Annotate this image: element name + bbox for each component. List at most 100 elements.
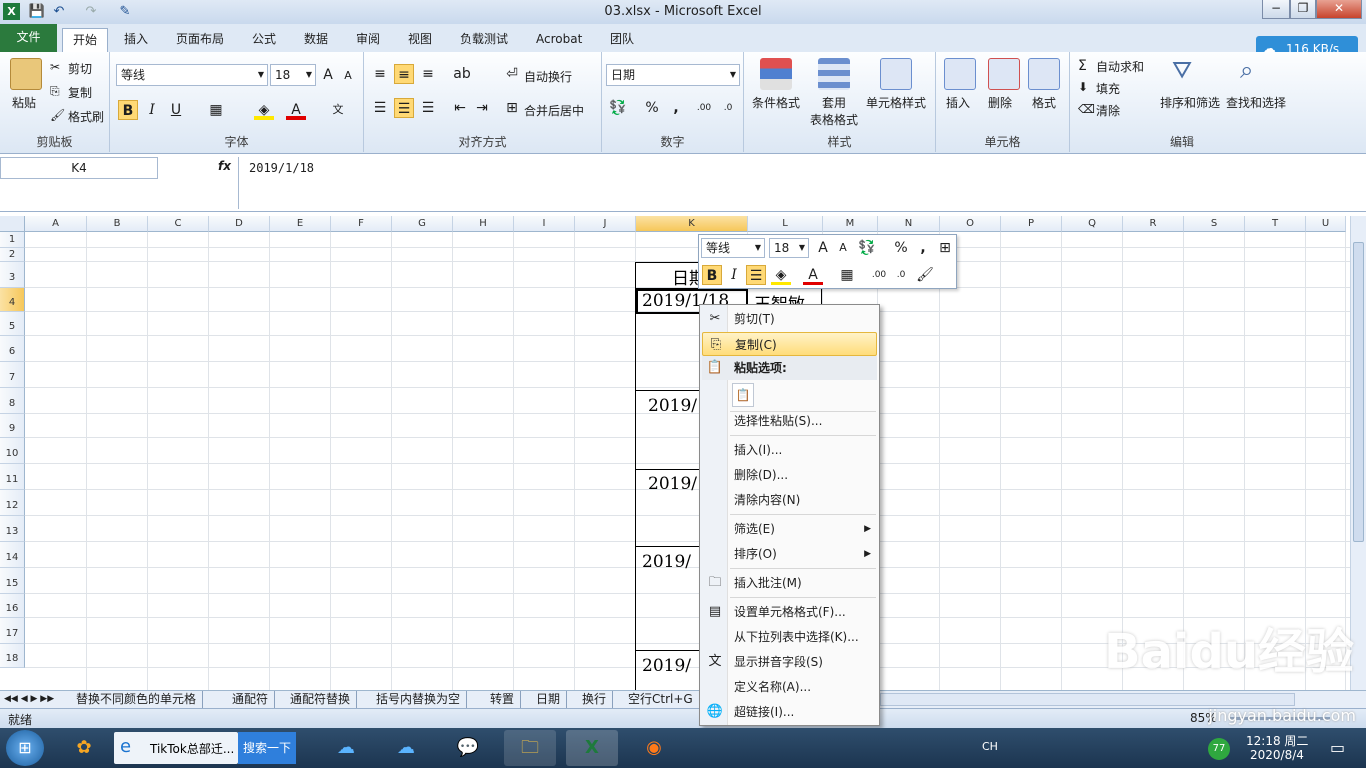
align-middle-icon[interactable]: ≡	[394, 64, 414, 84]
paste-button[interactable]: 粘贴	[12, 94, 36, 111]
insert-cells-button[interactable]: 插入	[946, 94, 970, 111]
row-header-5[interactable]: 5	[0, 312, 25, 336]
number-format-combo[interactable]: 日期 ▼	[606, 64, 740, 86]
tab-page-layout[interactable]: 页面布局	[166, 28, 234, 52]
decrease-decimal-icon[interactable]: .0	[718, 98, 738, 118]
increase-font-icon[interactable]: A	[318, 65, 338, 85]
format-painter-button[interactable]: 格式刷	[68, 108, 104, 125]
column-header-k[interactable]: K	[636, 216, 748, 232]
row-header-16[interactable]: 16	[0, 594, 25, 618]
formula-input[interactable]: 2019/1/18	[238, 157, 1350, 209]
column-header-b[interactable]: B	[87, 216, 148, 232]
row-header-13[interactable]: 13	[0, 516, 25, 542]
decrease-decimal-icon[interactable]: .0	[891, 265, 911, 285]
cell-styles-button[interactable]: 单元格样式	[866, 94, 926, 111]
scroll-thumb[interactable]	[1353, 242, 1364, 542]
column-header-j[interactable]: J	[575, 216, 636, 232]
percent-icon[interactable]: %	[891, 238, 911, 258]
row-header-18[interactable]: 18	[0, 644, 25, 668]
tab-review[interactable]: 审阅	[346, 28, 390, 52]
table-format-button[interactable]: 套用 表格格式	[806, 94, 862, 128]
row-header-15[interactable]: 15	[0, 568, 25, 594]
column-header-a[interactable]: A	[25, 216, 87, 232]
border-icon[interactable]: ▦	[837, 265, 857, 285]
sheet-tab[interactable]: 通配符替换	[284, 691, 358, 708]
menu-item-pick-list[interactable]: 从下拉列表中选择(K)...	[702, 625, 877, 649]
merge-center-button[interactable]: 合并后居中	[524, 102, 584, 119]
increase-decimal-icon[interactable]: .00	[869, 265, 889, 285]
sheet-tab[interactable]: 转置	[484, 691, 522, 708]
tab-team[interactable]: 团队	[600, 28, 644, 52]
column-header-h[interactable]: H	[453, 216, 514, 232]
cell-k14[interactable]: 2019/	[642, 552, 691, 572]
select-all-corner[interactable]	[0, 216, 25, 232]
fill-button[interactable]: 填充	[1096, 80, 1120, 97]
fill-color-icon[interactable]: ◈	[771, 265, 791, 285]
row-header-2[interactable]: 2	[0, 248, 25, 262]
search-button[interactable]: 搜索一下	[238, 732, 296, 764]
align-left-icon[interactable]: ☰	[370, 98, 390, 118]
app-icon[interactable]: ✿	[58, 730, 110, 766]
sheet-nav-icon[interactable]: ◀◀ ◀ ▶ ▶▶	[4, 691, 54, 707]
menu-item-copy[interactable]: ⎘ 复制(C)	[702, 332, 877, 356]
decrease-font-icon[interactable]: A	[338, 66, 358, 86]
tab-home[interactable]: 开始	[62, 28, 109, 52]
cut-button[interactable]: 剪切	[68, 60, 92, 77]
bold-icon[interactable]: B	[118, 100, 138, 120]
minimize-button[interactable]: −	[1262, 0, 1290, 19]
percent-icon[interactable]: %	[642, 98, 662, 118]
notification-icon[interactable]: ▭	[1330, 738, 1345, 757]
menu-item-insert-comment[interactable]: 🗀 插入批注(M)	[702, 571, 877, 595]
decrease-indent-icon[interactable]: ⇤	[450, 98, 470, 118]
font-size-combo[interactable]: 18 ▼	[270, 64, 316, 86]
name-box[interactable]: K4	[0, 157, 158, 179]
wrap-text-button[interactable]: 自动换行	[524, 68, 572, 85]
menu-item-filter[interactable]: 筛选(E) ▶	[702, 517, 877, 541]
sheet-tab[interactable]: 日期	[530, 691, 568, 708]
sort-filter-button[interactable]: 排序和筛选	[1160, 94, 1220, 111]
menu-item-sort[interactable]: 排序(O) ▶	[702, 542, 877, 566]
column-header-u[interactable]: U	[1306, 216, 1346, 232]
paste-icon[interactable]	[10, 58, 42, 90]
column-header-p[interactable]: P	[1001, 216, 1062, 232]
conditional-format-button[interactable]: 条件格式	[752, 94, 800, 111]
format-cells-button[interactable]: 格式	[1032, 94, 1056, 111]
file-explorer-icon[interactable]: 🗀	[504, 730, 556, 766]
row-header-10[interactable]: 10	[0, 438, 25, 464]
row-header-6[interactable]: 6	[0, 336, 25, 362]
ie-window-button[interactable]: e TikTok总部迁...	[114, 732, 238, 764]
start-button[interactable]: ⊞	[6, 730, 44, 766]
increase-decimal-icon[interactable]: .00	[694, 98, 714, 118]
restore-button[interactable]: ❐	[1290, 0, 1316, 19]
align-top-icon[interactable]: ≡	[370, 64, 390, 84]
column-header-f[interactable]: F	[331, 216, 392, 232]
sheet-tab[interactable]: 换行	[576, 691, 614, 708]
find-select-button[interactable]: 查找和选择	[1226, 94, 1286, 111]
row-header-7[interactable]: 7	[0, 362, 25, 388]
cloud-sync-icon[interactable]: ☁	[380, 730, 432, 766]
font-color-icon[interactable]: A	[803, 265, 823, 285]
menu-item-clear[interactable]: 清除内容(N)	[702, 488, 877, 512]
currency-icon[interactable]: 💱	[857, 238, 877, 258]
copy-button[interactable]: 复制	[68, 84, 92, 101]
column-header-n[interactable]: N	[878, 216, 940, 232]
conditional-format-icon[interactable]	[760, 58, 792, 90]
tab-acrobat[interactable]: Acrobat	[526, 28, 592, 52]
cell-k8[interactable]: 2019/	[648, 396, 697, 416]
decrease-font-icon[interactable]: A	[833, 238, 853, 258]
delete-cells-button[interactable]: 删除	[988, 94, 1012, 111]
cell-k11[interactable]: 2019/	[648, 474, 697, 494]
clear-button[interactable]: 清除	[1096, 102, 1120, 119]
underline-icon[interactable]: U	[166, 100, 186, 120]
bold-icon[interactable]: B	[702, 265, 722, 285]
column-header-t[interactable]: T	[1245, 216, 1306, 232]
tab-insert[interactable]: 插入	[114, 28, 158, 52]
align-center-icon[interactable]: ☰	[746, 265, 766, 285]
align-center-icon[interactable]: ☰	[394, 98, 414, 118]
table-format-icon[interactable]	[818, 58, 850, 90]
increase-indent-icon[interactable]: ⇥	[472, 98, 492, 118]
currency-icon[interactable]: 💱	[608, 98, 628, 118]
menu-item-phonetic[interactable]: 文显示拼音字段(S)	[702, 650, 877, 674]
baidu-cloud-icon[interactable]: ☁	[320, 730, 372, 766]
cell-styles-icon[interactable]	[880, 58, 912, 90]
